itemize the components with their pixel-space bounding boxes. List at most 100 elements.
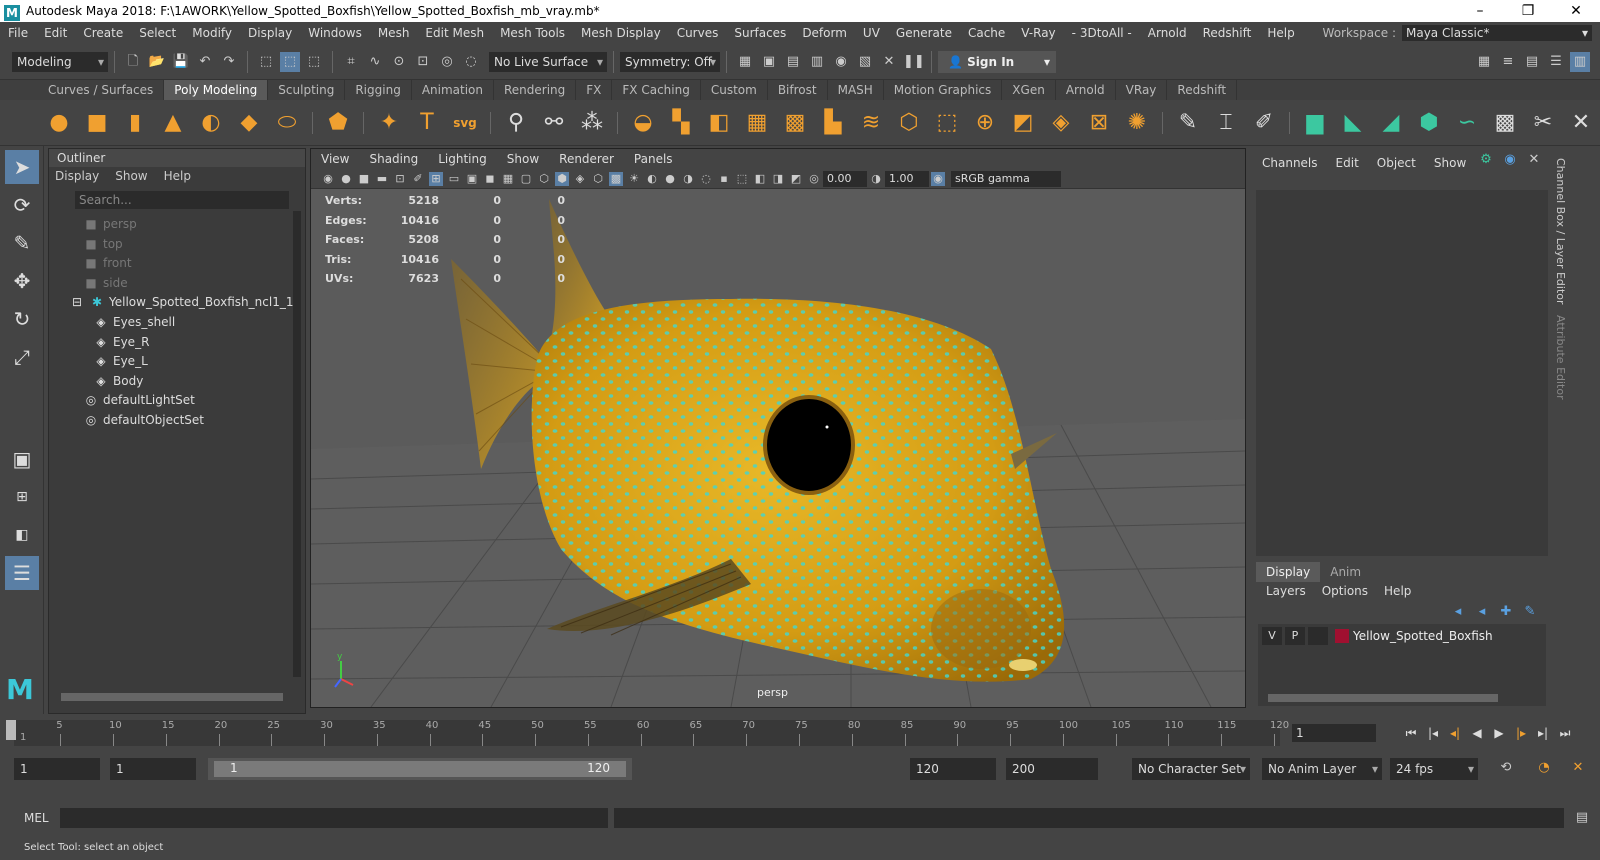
multi-cut-icon[interactable]: ✎ — [1173, 108, 1203, 138]
xray-joints-icon[interactable]: ◨ — [771, 172, 785, 186]
wireframe-icon[interactable]: ⬡ — [537, 172, 551, 186]
shadows-icon[interactable]: ◐ — [645, 172, 659, 186]
select-hierarchy-icon[interactable]: ⬚ — [256, 52, 276, 72]
shelf-tab-rigging[interactable]: Rigging — [345, 80, 412, 100]
layer-visibility-toggle[interactable]: V — [1262, 627, 1282, 645]
menu-mesh-tools[interactable]: Mesh Tools — [492, 22, 573, 44]
layer-color-swatch[interactable] — [1335, 629, 1349, 643]
layer-display-type[interactable] — [1308, 627, 1328, 645]
boolean-icon[interactable]: ◩ — [1008, 108, 1038, 138]
snap-surface-icon[interactable]: ◎ — [437, 52, 457, 72]
select-component-icon[interactable]: ⬚ — [304, 52, 324, 72]
channel-box-layer-editor-tab[interactable]: Channel Box / Layer Editor — [1554, 158, 1567, 305]
outliner-layout-icon[interactable]: ☰ — [5, 556, 39, 590]
mirror-icon[interactable]: ◧ — [704, 108, 734, 138]
channel-menu-channels[interactable]: Channels — [1262, 146, 1318, 180]
viewport-menu-panels[interactable]: Panels — [624, 149, 683, 169]
range-slider[interactable]: 1 120 — [208, 758, 632, 780]
menu-deform[interactable]: Deform — [794, 22, 855, 44]
viewport-menu-show[interactable]: Show — [497, 149, 549, 169]
script-editor-icon[interactable]: ▤ — [1572, 808, 1592, 828]
anti-aliasing-icon[interactable]: ◌ — [699, 172, 713, 186]
merge-icon[interactable]: ◈ — [1046, 108, 1076, 138]
bevel-icon[interactable]: ⬡ — [894, 108, 924, 138]
isolate-select-icon[interactable]: ⬚ — [735, 172, 749, 186]
select-camera-icon[interactable]: ◉ — [321, 172, 335, 186]
outliner-item-persp[interactable]: ■ persp — [83, 215, 305, 235]
super-shape-icon[interactable]: ✦ — [374, 108, 404, 138]
outliner-item-group[interactable]: ⊟ ✱ Yellow_Spotted_Boxfish_ncl1_1 — [69, 293, 305, 313]
render-history-icon[interactable]: ▦ — [735, 52, 755, 72]
select-object-icon[interactable]: ⬚ — [280, 51, 300, 72]
outliner-search-input[interactable]: Search... — [75, 191, 289, 209]
bookmark-icon[interactable]: ■ — [357, 172, 371, 186]
ipr-render-icon[interactable]: ▤ — [783, 52, 803, 72]
shelf-tab-bifrost[interactable]: Bifrost — [768, 80, 828, 100]
menu-3dtoall[interactable]: - 3DtoAll - — [1064, 22, 1140, 44]
lasso-tool-icon[interactable]: ⟳ — [5, 188, 39, 222]
append-icon[interactable]: ⊕ — [970, 108, 1000, 138]
sign-in-button[interactable]: 👤 Sign In — [938, 50, 1056, 73]
motion-blur-icon[interactable]: ◑ — [681, 172, 695, 186]
shelf-tab-curves-surfaces[interactable]: Curves / Surfaces — [38, 80, 165, 100]
target-weld-icon[interactable]: ⌶ — [1211, 108, 1241, 138]
four-view-icon[interactable]: ⊞ — [5, 480, 39, 514]
snap-point-icon[interactable]: ⊙ — [389, 52, 409, 72]
poly-cone-icon[interactable]: ▲ — [158, 108, 188, 138]
grease-pencil-icon[interactable]: ✐ — [411, 172, 425, 186]
field-chart-icon[interactable]: ▦ — [501, 172, 515, 186]
poly-text-icon[interactable]: T — [412, 108, 442, 138]
snap-vertex-icon[interactable]: ◌ — [461, 52, 481, 72]
play-backwards-icon[interactable]: ◀ — [1466, 722, 1488, 744]
single-perspective-icon[interactable]: ▣ — [5, 442, 39, 476]
ao-icon[interactable]: ● — [663, 172, 677, 186]
new-layer-icon[interactable]: ✚ — [1496, 602, 1516, 622]
poly-plane-icon[interactable]: ◆ — [234, 108, 264, 138]
poly-cube-icon[interactable]: ■ — [82, 108, 112, 138]
poke-icon[interactable]: ⊠ — [1084, 108, 1114, 138]
menu-file[interactable]: File — [0, 22, 36, 44]
outliner-item-body[interactable]: ◈ Body — [93, 372, 305, 392]
layer-menu-layers[interactable]: Layers — [1266, 582, 1306, 600]
layer-menu-options[interactable]: Options — [1322, 582, 1368, 600]
exposure-icon[interactable]: ◎ — [807, 172, 821, 186]
channel-box-icon[interactable]: ☰ — [1546, 52, 1566, 72]
shelf-tab-poly-modeling[interactable]: Poly Modeling — [164, 80, 269, 100]
outliner-item-eye-r[interactable]: ◈ Eye_R — [93, 333, 305, 353]
go-to-end-icon[interactable]: ⏭ — [1554, 722, 1576, 744]
viewport-menu-shading[interactable]: Shading — [359, 149, 428, 169]
maximize-icon[interactable]: ❐ — [1504, 0, 1552, 22]
menu-arnold[interactable]: Arnold — [1140, 22, 1195, 44]
menu-surfaces[interactable]: Surfaces — [726, 22, 794, 44]
layer-row[interactable]: V P Yellow_Spotted_Boxfish — [1262, 626, 1546, 646]
playback-end-field[interactable]: 120 — [910, 758, 996, 780]
shelf-tab-custom[interactable]: Custom — [701, 80, 768, 100]
outliner-item-eyes-shell[interactable]: ◈ Eyes_shell — [93, 313, 305, 333]
outliner-menu-show[interactable]: Show — [115, 169, 147, 183]
channel-menu-show[interactable]: Show — [1434, 146, 1466, 180]
render-view-icon[interactable]: ▧ — [855, 52, 875, 72]
menu-redshift[interactable]: Redshift — [1195, 22, 1260, 44]
command-input[interactable] — [60, 808, 608, 828]
modeling-toolkit-icon[interactable]: ▦ — [1474, 52, 1494, 72]
outliner-menu-display[interactable]: Display — [55, 169, 99, 183]
delete-icon[interactable]: ✕ — [1566, 108, 1596, 138]
default-material-icon[interactable]: ◈ — [573, 172, 587, 186]
shelf-tab-sculpting[interactable]: Sculpting — [268, 80, 346, 100]
mel-label[interactable]: MEL — [24, 810, 49, 826]
uv-editor-icon[interactable]: ⚲ — [501, 108, 531, 138]
current-frame-field[interactable]: 1 — [1292, 724, 1376, 742]
menu-display[interactable]: Display — [240, 22, 300, 44]
menu-cache[interactable]: Cache — [960, 22, 1013, 44]
undo-icon[interactable]: ↶ — [195, 52, 215, 72]
paint-select-icon[interactable]: ✎ — [5, 226, 39, 260]
render-settings-icon[interactable]: ▥ — [807, 52, 827, 72]
minimize-icon[interactable]: – — [1456, 0, 1504, 22]
vray-proxy-icon[interactable]: ◣ — [1338, 108, 1368, 138]
reduce-icon[interactable]: ▩ — [780, 108, 810, 138]
play-forwards-icon[interactable]: ▶ — [1488, 722, 1510, 744]
outliner-vertical-scrollbar[interactable] — [293, 211, 301, 677]
menu-mesh[interactable]: Mesh — [370, 22, 418, 44]
viewport-menu-view[interactable]: View — [311, 149, 359, 169]
time-slider-ruler[interactable]: 5 10 15 20 25 30 35 40 45 50 55 60 65 70 75 80 85 90 95 100… — [14, 720, 1289, 746]
